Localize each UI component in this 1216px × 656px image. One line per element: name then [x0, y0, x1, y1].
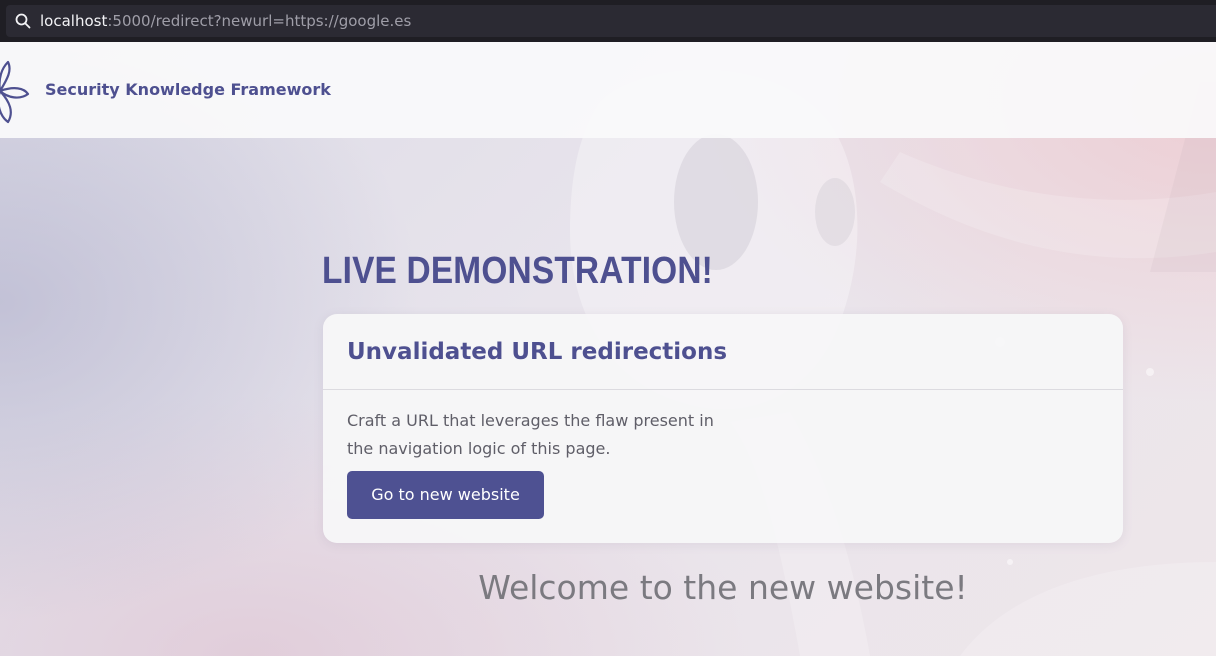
challenge-card: Unvalidated URL redirections Craft a URL…: [323, 314, 1123, 543]
card-description-line-1: Craft a URL that leverages the flaw pres…: [347, 411, 714, 430]
card-description-line-2: the navigation logic of this page.: [347, 439, 611, 458]
card-header: Unvalidated URL redirections: [323, 314, 1123, 390]
flower-logo-icon[interactable]: [0, 56, 32, 126]
search-icon: [15, 13, 31, 29]
card-title: Unvalidated URL redirections: [347, 339, 728, 365]
url-text[interactable]: localhost:5000/redirect?newurl=https://g…: [40, 12, 411, 30]
url-host: localhost: [40, 12, 108, 30]
browser-toolbar: localhost:5000/redirect?newurl=https://g…: [0, 0, 1216, 42]
url-path: :5000/redirect?newurl=https://google.es: [107, 12, 412, 30]
page-title: LIVE DEMONSTRATION!: [322, 250, 713, 292]
go-to-new-website-button[interactable]: Go to new website: [347, 471, 544, 519]
card-description: Craft a URL that leverages the flaw pres…: [347, 407, 747, 463]
welcome-message: Welcome to the new website!: [478, 568, 968, 607]
brand-name[interactable]: Security Knowledge Framework: [45, 80, 331, 100]
site-header: Security Knowledge Framework: [0, 42, 1216, 138]
address-bar[interactable]: localhost:5000/redirect?newurl=https://g…: [6, 5, 1216, 37]
